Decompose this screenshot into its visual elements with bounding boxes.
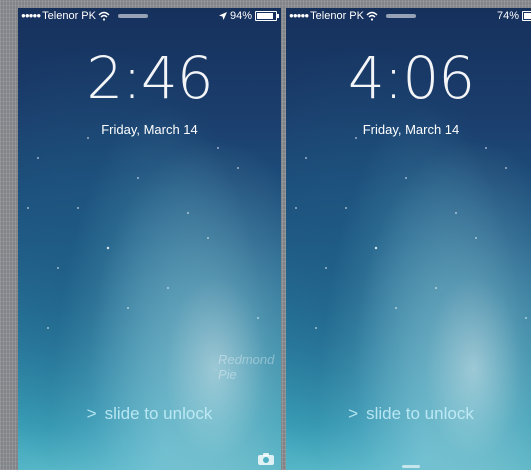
chevron-right-icon: >	[86, 404, 97, 423]
slide-to-unlock[interactable]: > slide to unlock	[18, 404, 281, 424]
battery-icon	[522, 11, 531, 21]
wifi-icon	[98, 11, 110, 21]
carrier-group: ●●●●● Telenor PK	[289, 8, 416, 24]
slide-to-unlock-label: slide to unlock	[104, 404, 213, 423]
location-arrow-icon	[218, 12, 227, 20]
network-activity-bar	[385, 14, 416, 18]
status-bar: ●●●●● Telenor PK 74%	[286, 8, 531, 24]
control-center-grabber[interactable]	[402, 465, 420, 468]
wifi-icon	[366, 11, 378, 21]
battery-icon	[255, 11, 279, 21]
battery-percent: 74%	[496, 10, 519, 22]
right-lock-screen: ●●●●● Telenor PK 74% 4:06 Friday, March …	[286, 8, 531, 470]
camera-icon[interactable]	[257, 452, 275, 466]
right-status: 74%	[497, 8, 531, 24]
carrier-name: Telenor PK	[42, 10, 96, 22]
carrier-group: ●●●●● Telenor PK	[21, 8, 148, 24]
watermark: Redmond Pie	[218, 352, 275, 382]
chevron-right-icon: >	[348, 404, 359, 423]
clock-date: Friday, March 14	[362, 122, 460, 137]
signal-dots-icon: ●●●●●	[289, 11, 309, 20]
right-status: 94%	[218, 8, 279, 24]
clock-time: 4:06	[347, 44, 475, 112]
clock-date: Friday, March 14	[101, 122, 198, 137]
status-bar: ●●●●● Telenor PK 94%	[18, 8, 281, 24]
left-lock-screen: ●●●●● Telenor PK 94% 2:46 Friday, March …	[18, 8, 281, 470]
slide-to-unlock-label: slide to unlock	[366, 404, 474, 423]
signal-dots-icon: ●●●●●	[21, 11, 41, 20]
slide-to-unlock[interactable]: > slide to unlock	[286, 404, 531, 424]
network-activity-bar	[117, 14, 148, 18]
clock-time: 2:46	[86, 44, 213, 112]
battery-percent: 94%	[229, 10, 252, 22]
carrier-name: Telenor PK	[310, 10, 364, 22]
